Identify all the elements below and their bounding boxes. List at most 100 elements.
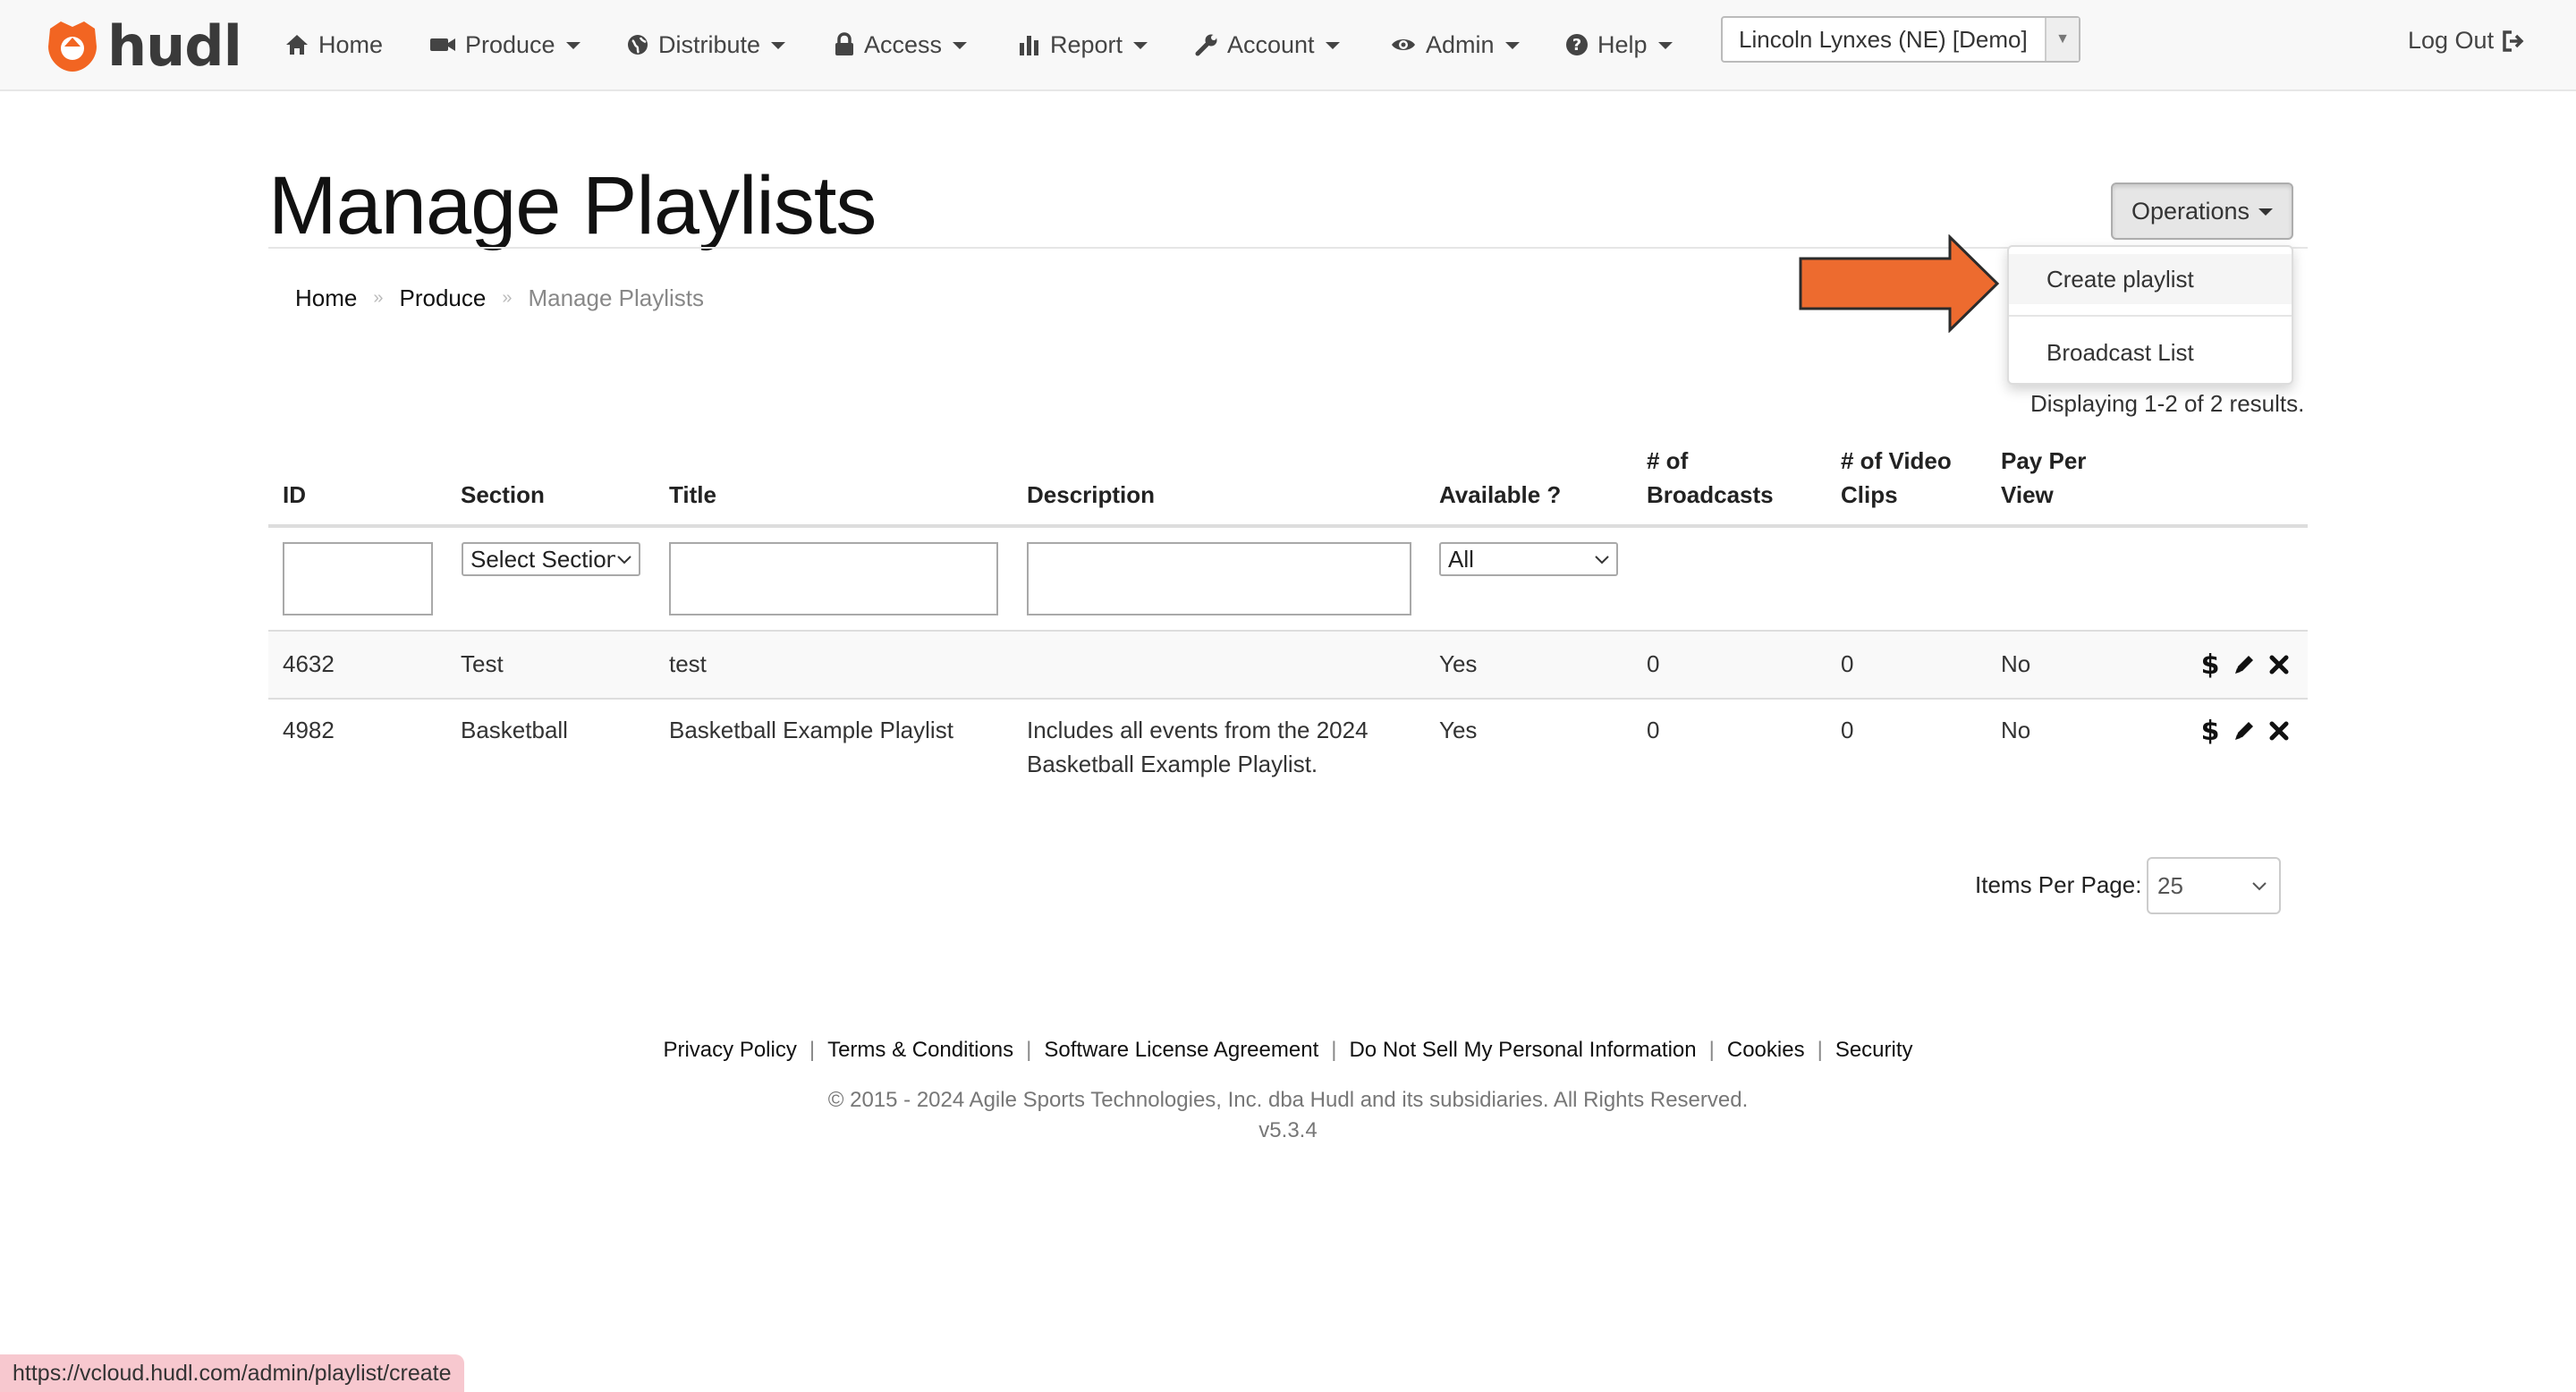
organization-select[interactable]: Lincoln Lynxes (NE) [Demo] ▼ xyxy=(1721,16,2080,63)
cell-video-clips: 0 xyxy=(1841,650,1854,677)
operations-label: Operations xyxy=(2131,197,2250,225)
items-per-page-select[interactable]: 25 xyxy=(2147,857,2281,914)
menu-item-broadcast-list[interactable]: Broadcast List xyxy=(2009,327,2292,378)
browser-status-url: https://vcloud.hudl.com/admin/playlist/c… xyxy=(0,1354,464,1392)
svg-text:$: $ xyxy=(2201,651,2220,678)
eye-icon xyxy=(1392,39,1415,50)
chevron-down-icon xyxy=(1133,42,1148,49)
page-title: Manage Playlists xyxy=(268,160,877,251)
footer-separator: | xyxy=(1026,1038,1032,1062)
cell-id: 4982 xyxy=(283,717,335,743)
breadcrumb-produce[interactable]: Produce xyxy=(399,284,486,312)
footer-link-terms[interactable]: Terms & Conditions xyxy=(827,1038,1013,1063)
nav-help-label: Help xyxy=(1597,30,1648,58)
table-header-divider xyxy=(268,524,2308,528)
column-header-available[interactable]: Available ? xyxy=(1439,478,1561,512)
nav-help[interactable]: ? Help xyxy=(1565,27,1673,63)
nav-account-label: Account xyxy=(1227,30,1315,58)
footer-separator: | xyxy=(1331,1038,1337,1062)
column-header-line: Clips xyxy=(1841,481,1898,508)
top-navbar: hudl Home Produce Distribute Access Repo… xyxy=(0,0,2576,91)
cell-pay-per-view: No xyxy=(2001,650,2031,677)
nav-produce-label: Produce xyxy=(465,30,555,58)
column-header-line: # of xyxy=(1647,447,1689,474)
id-filter-input[interactable] xyxy=(283,542,433,615)
pencil-icon[interactable] xyxy=(2233,653,2256,676)
cell-available: Yes xyxy=(1439,717,1478,743)
column-header-id[interactable]: ID xyxy=(283,478,306,512)
column-header-broadcasts[interactable]: # of Broadcasts xyxy=(1647,444,1774,512)
column-header-line: Broadcasts xyxy=(1647,481,1774,508)
breadcrumb: Home » Produce » Manage Playlists xyxy=(295,284,704,312)
section-filter-select[interactable]: Select Section xyxy=(462,542,640,576)
footer-links: Privacy Policy | Terms & Conditions | So… xyxy=(0,1038,2576,1063)
video-camera-icon xyxy=(430,38,455,51)
menu-divider xyxy=(2009,315,2292,317)
breadcrumb-separator: » xyxy=(502,288,513,308)
column-header-title[interactable]: Title xyxy=(669,478,716,512)
operations-button[interactable]: Operations xyxy=(2111,182,2293,240)
footer-separator: | xyxy=(1708,1038,1715,1062)
title-filter-input[interactable] xyxy=(669,542,998,615)
logo-wordmark: hudl xyxy=(107,13,242,79)
footer-link-cookies[interactable]: Cookies xyxy=(1727,1038,1805,1063)
cell-description-line: Includes all events from the 2024 xyxy=(1027,717,1368,743)
pencil-icon[interactable] xyxy=(2233,719,2256,743)
dollar-icon[interactable]: $ xyxy=(2200,651,2220,678)
hudl-logo[interactable]: hudl xyxy=(43,13,242,79)
chevron-down-icon xyxy=(953,42,968,49)
nav-access-label: Access xyxy=(864,30,943,58)
cell-broadcasts: 0 xyxy=(1647,717,1660,743)
cell-pay-per-view: No xyxy=(2001,717,2031,743)
breadcrumb-separator: » xyxy=(373,288,384,308)
select-arrow-icon: ▼ xyxy=(2045,18,2079,61)
footer-separator: | xyxy=(809,1038,816,1062)
close-icon[interactable] xyxy=(2268,720,2290,742)
sign-out-icon xyxy=(2503,30,2524,52)
chevron-down-icon xyxy=(565,42,580,49)
nav-access[interactable]: Access xyxy=(834,27,968,63)
dollar-icon[interactable]: $ xyxy=(2200,717,2220,744)
results-summary: Displaying 1-2 of 2 results. xyxy=(2030,390,2305,417)
nav-account[interactable]: Account xyxy=(1195,27,1340,63)
svg-text:?: ? xyxy=(1572,36,1581,55)
available-filter-select[interactable]: All xyxy=(1439,542,1618,576)
hudl-logo-icon xyxy=(48,21,97,72)
nav-report[interactable]: Report xyxy=(1018,27,1148,63)
description-filter-input[interactable] xyxy=(1027,542,1411,615)
column-header-section[interactable]: Section xyxy=(461,478,545,512)
chevron-down-icon xyxy=(1504,42,1520,49)
question-circle-icon: ? xyxy=(1566,34,1588,55)
bar-chart-icon xyxy=(1020,36,1038,55)
cell-id: 4632 xyxy=(283,650,335,677)
column-header-line: View xyxy=(2001,481,2054,508)
nav-distribute[interactable]: Distribute xyxy=(626,27,786,63)
footer-link-security[interactable]: Security xyxy=(1835,1038,1913,1063)
nav-distribute-label: Distribute xyxy=(658,30,761,58)
menu-item-label: Create playlist xyxy=(2046,265,2194,293)
nav-home[interactable]: Home xyxy=(284,27,383,63)
breadcrumb-home[interactable]: Home xyxy=(295,284,357,312)
logout-link[interactable]: Log Out xyxy=(2408,27,2526,55)
row-actions: $ xyxy=(2200,651,2290,678)
column-header-pay-per-view[interactable]: Pay Per View xyxy=(2001,444,2086,512)
lock-icon xyxy=(835,32,853,55)
cell-video-clips: 0 xyxy=(1841,717,1854,743)
chevron-down-icon xyxy=(771,42,786,49)
column-header-description[interactable]: Description xyxy=(1027,478,1155,512)
menu-item-create-playlist[interactable]: Create playlist xyxy=(2009,254,2292,304)
organization-select-value: Lincoln Lynxes (NE) [Demo] xyxy=(1739,25,2028,53)
home-icon xyxy=(286,35,308,55)
footer-copyright: © 2015 - 2024 Agile Sports Technologies,… xyxy=(827,1088,1749,1112)
column-header-video-clips[interactable]: # of Video Clips xyxy=(1841,444,1952,512)
footer-link-do-not-sell[interactable]: Do Not Sell My Personal Information xyxy=(1349,1038,1696,1063)
items-per-page-value: 25 xyxy=(2157,871,2183,899)
footer-link-software-license[interactable]: Software License Agreement xyxy=(1044,1038,1318,1063)
nav-admin[interactable]: Admin xyxy=(1390,27,1520,63)
nav-produce[interactable]: Produce xyxy=(429,27,580,63)
chevron-down-icon xyxy=(615,550,633,568)
close-icon[interactable] xyxy=(2268,654,2290,675)
annotation-arrow-icon xyxy=(1799,234,2000,333)
cell-title: test xyxy=(669,650,707,677)
footer-link-privacy-policy[interactable]: Privacy Policy xyxy=(663,1038,796,1063)
